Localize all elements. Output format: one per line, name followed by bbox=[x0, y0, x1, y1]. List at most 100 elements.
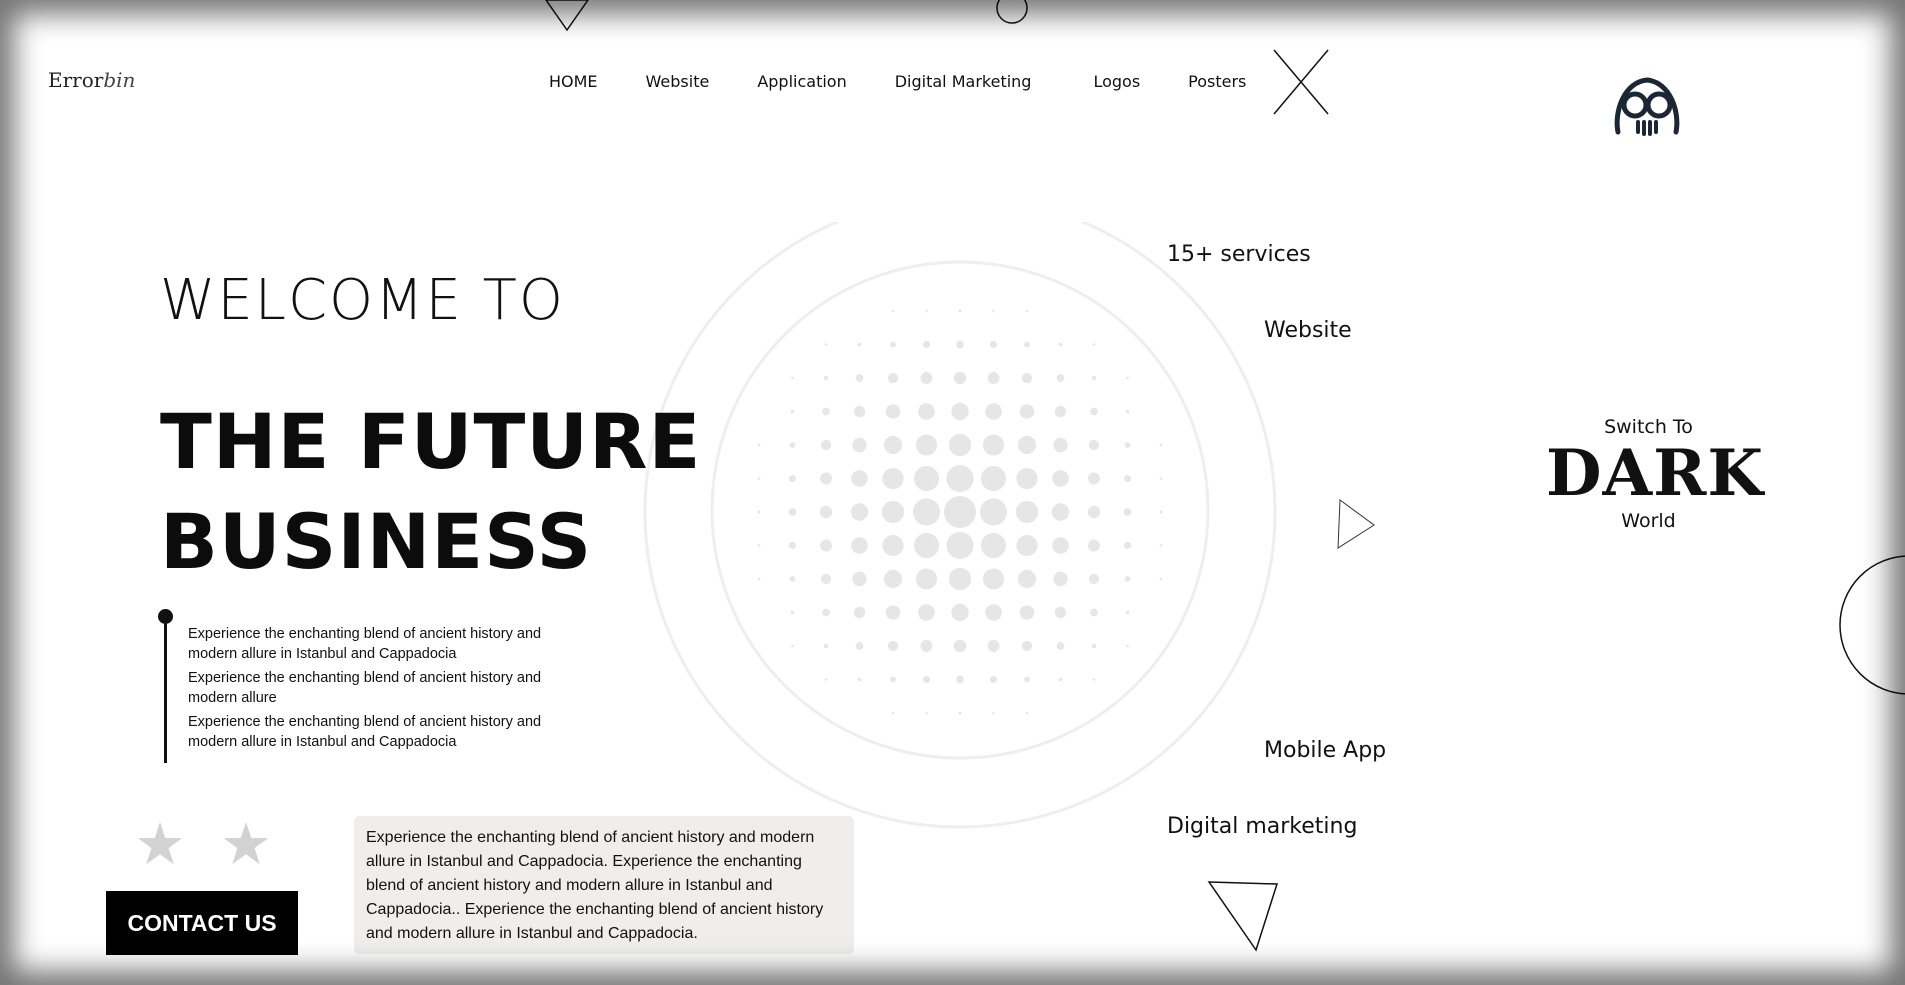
halftone-dot bbox=[925, 711, 928, 715]
halftone-dot bbox=[852, 571, 867, 587]
halftone-dot bbox=[1091, 375, 1097, 381]
halftone-dot bbox=[915, 434, 938, 456]
halftone-dot bbox=[820, 539, 832, 552]
nav-item-application[interactable]: Application bbox=[757, 72, 846, 91]
halftone-dot bbox=[1159, 577, 1163, 581]
dark-mode-toggle[interactable]: DARK bbox=[1546, 438, 1763, 510]
halftone-dot bbox=[1090, 608, 1098, 617]
halftone-dot bbox=[1058, 342, 1063, 347]
halftone-dot bbox=[1054, 606, 1067, 619]
contact-us-button[interactable]: CONTACT US bbox=[106, 891, 298, 955]
halftone-dot bbox=[1016, 467, 1038, 490]
halftone-dot bbox=[857, 677, 862, 682]
halftone-dot bbox=[1126, 376, 1129, 380]
hacker-mask-icon[interactable] bbox=[1612, 76, 1682, 136]
halftone-dot bbox=[1024, 676, 1030, 683]
halftone-dot bbox=[913, 532, 940, 559]
halftone-dot bbox=[1159, 443, 1163, 447]
feature-item: Experience the enchanting blend of ancie… bbox=[188, 626, 542, 662]
main-nav: HOME Website Application Digital Marketi… bbox=[549, 72, 1246, 91]
halftone-dot bbox=[824, 343, 828, 346]
theme-switch-top-label: Switch To bbox=[1604, 416, 1693, 438]
halftone-dot bbox=[789, 576, 796, 582]
halftone-dot bbox=[985, 403, 1002, 420]
hero-headline-line1: THE FUTURE bbox=[160, 397, 702, 486]
nav-item-logos[interactable]: Logos bbox=[1093, 72, 1140, 91]
halftone-dot bbox=[855, 374, 864, 382]
halftone-dot bbox=[853, 606, 866, 619]
halftone-dot bbox=[790, 409, 795, 414]
halftone-dot bbox=[883, 569, 903, 589]
halftone-dot bbox=[1058, 677, 1063, 682]
brand-logo[interactable]: Errorbin bbox=[48, 68, 135, 92]
halftone-dot bbox=[992, 309, 995, 313]
theme-switch-bottom-label: World bbox=[1621, 510, 1676, 532]
halftone-dot bbox=[851, 470, 868, 487]
play-triangle-decoration bbox=[1337, 499, 1375, 549]
feature-item: Experience the enchanting blend of ancie… bbox=[188, 714, 542, 750]
halftone-dot bbox=[989, 340, 998, 349]
halftone-dot bbox=[882, 467, 904, 490]
halftone-dot bbox=[992, 711, 995, 715]
nav-item-posters[interactable]: Posters bbox=[1188, 72, 1246, 91]
halftone-dot bbox=[1052, 470, 1069, 487]
halftone-dot bbox=[987, 372, 1000, 384]
halftone-dot bbox=[881, 500, 905, 524]
feature-item: Experience the enchanting blend of ancie… bbox=[188, 670, 542, 706]
halftone-dot bbox=[1054, 405, 1067, 418]
halftone-dot bbox=[891, 711, 895, 715]
halftone-dot bbox=[1088, 573, 1100, 585]
halftone-dot bbox=[757, 510, 761, 514]
feature-list: Experience the enchanting blend of ancie… bbox=[188, 624, 548, 756]
halftone-dot bbox=[920, 640, 933, 652]
halftone-dot bbox=[944, 496, 976, 528]
nav-item-website[interactable]: Website bbox=[646, 72, 710, 91]
halftone-dot bbox=[1053, 437, 1068, 453]
halftone-dot bbox=[1092, 678, 1096, 681]
service-website-link[interactable]: Website bbox=[1264, 318, 1352, 343]
halftone-dot bbox=[823, 643, 829, 649]
halftone-dot bbox=[1025, 309, 1029, 313]
halftone-dot bbox=[822, 608, 830, 617]
halftone-dot bbox=[918, 604, 935, 621]
top-triangle-decoration bbox=[545, 0, 589, 32]
brand-name: Error bbox=[48, 68, 104, 92]
halftone-dot bbox=[757, 443, 761, 447]
halftone-dot bbox=[980, 465, 1007, 492]
menu-close-button[interactable] bbox=[1263, 44, 1339, 120]
halftone-dot bbox=[1124, 442, 1131, 448]
halftone-dot bbox=[853, 405, 866, 418]
bottom-triangle-decoration bbox=[1207, 881, 1278, 952]
close-icon bbox=[1273, 49, 1329, 115]
halftone-dot bbox=[956, 675, 964, 684]
halftone-dot bbox=[851, 537, 868, 554]
halftone-dot bbox=[791, 376, 794, 380]
service-digital-marketing-link[interactable]: Digital marketing bbox=[1167, 814, 1357, 839]
service-mobile-app-link[interactable]: Mobile App bbox=[1264, 738, 1386, 763]
top-circle-decoration bbox=[996, 0, 1028, 24]
nav-item-digital-marketing[interactable]: Digital Marketing bbox=[895, 72, 1032, 91]
halftone-dot bbox=[989, 675, 998, 684]
halftone-dot bbox=[1088, 439, 1100, 451]
halftone-dot bbox=[1052, 537, 1069, 554]
halftone-dot bbox=[885, 404, 901, 419]
halftone-dot bbox=[915, 568, 938, 590]
halftone-circle-graphic bbox=[643, 222, 1277, 829]
halftone-dot bbox=[891, 309, 895, 313]
halftone-dot bbox=[1125, 409, 1130, 414]
halftone-dot bbox=[1123, 541, 1132, 550]
nav-item-home[interactable]: HOME bbox=[549, 72, 598, 91]
halftone-dot bbox=[1159, 544, 1163, 547]
halftone-dot bbox=[885, 605, 901, 620]
halftone-dot bbox=[982, 434, 1005, 456]
halftone-dot bbox=[855, 642, 864, 650]
halftone-dot bbox=[1092, 343, 1096, 346]
theme-switch[interactable]: Switch To DARK World bbox=[1546, 416, 1763, 532]
halftone-dot bbox=[922, 340, 931, 349]
halftone-dot bbox=[980, 532, 1007, 559]
halftone-dot bbox=[1017, 435, 1037, 455]
halftone-dot bbox=[1053, 571, 1068, 587]
brand-name-italic: bin bbox=[103, 68, 136, 92]
halftone-dot bbox=[948, 567, 972, 591]
halftone-dot bbox=[820, 472, 832, 485]
